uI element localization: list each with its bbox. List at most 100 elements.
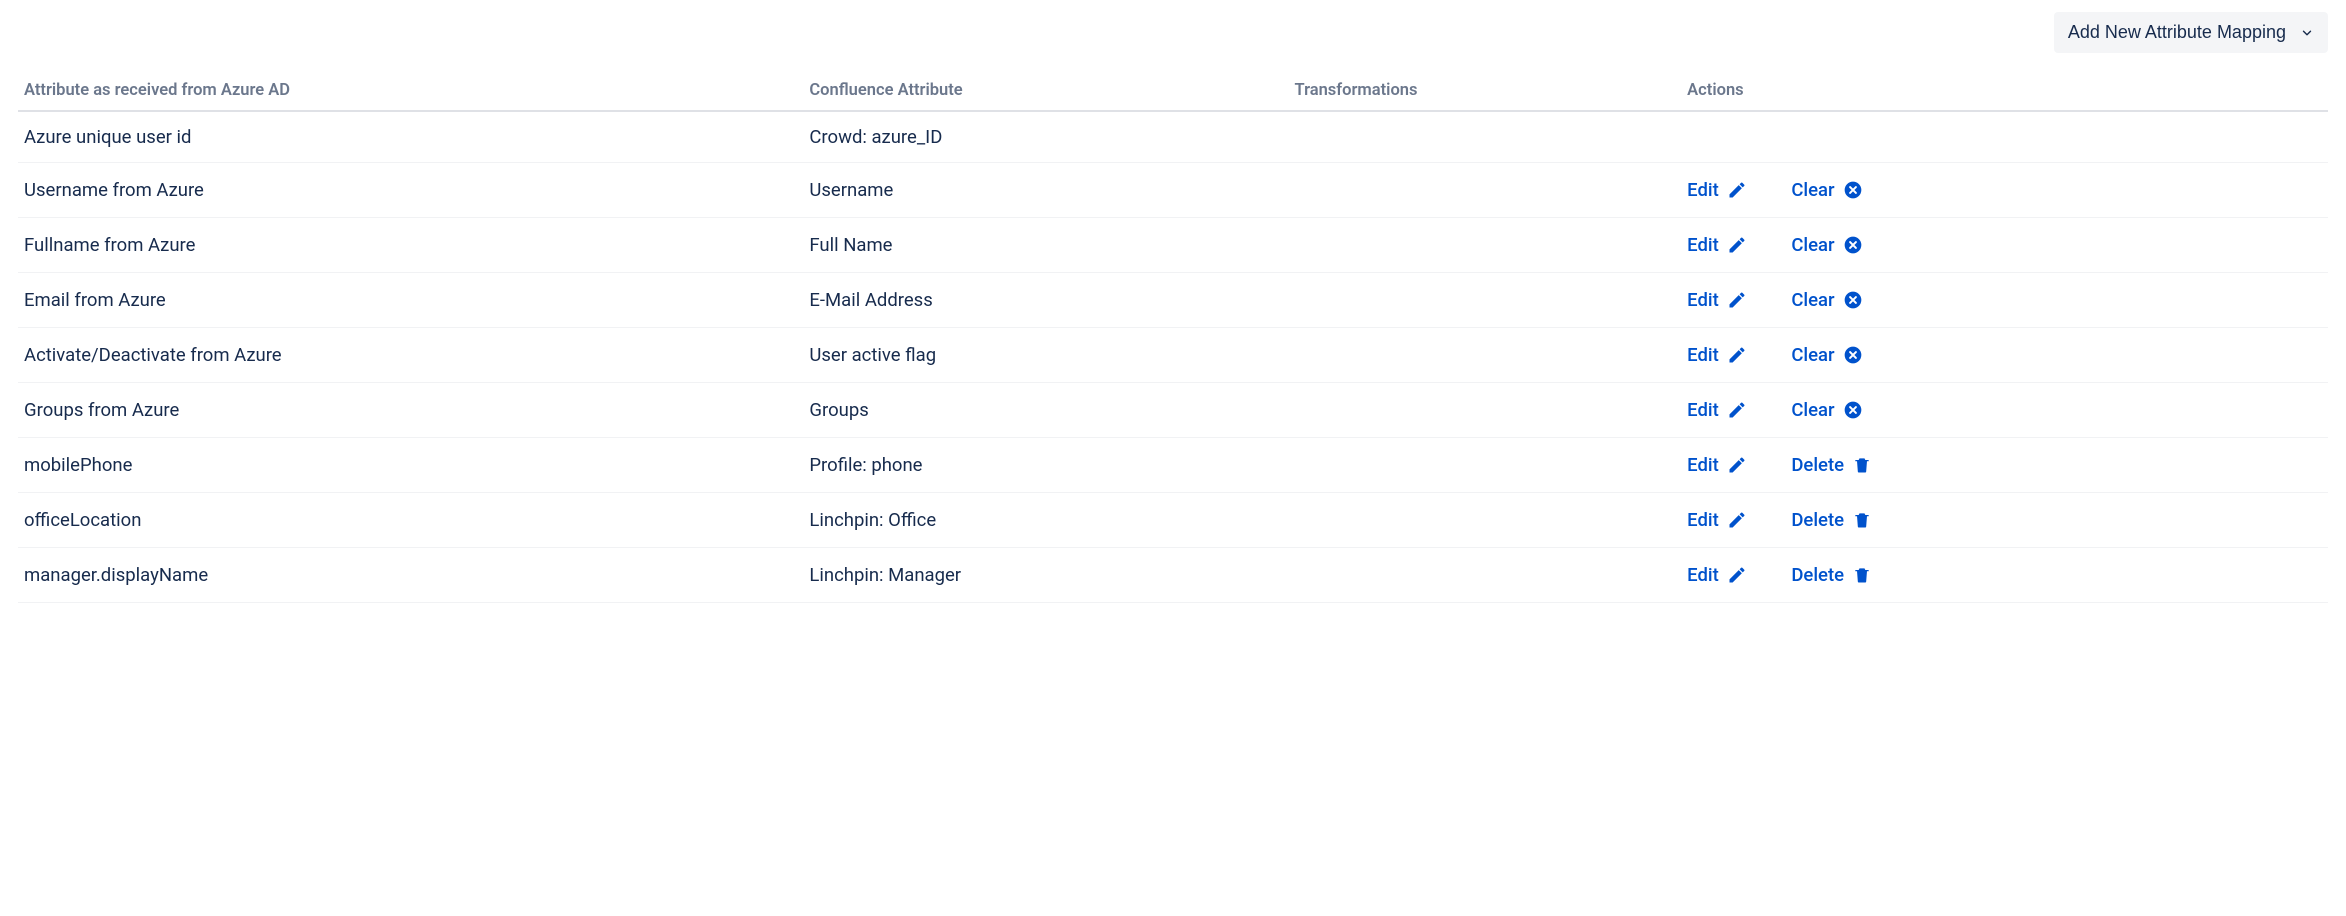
cell-source: Fullname from Azure — [18, 218, 803, 273]
cell-source: manager.displayName — [18, 548, 803, 603]
cell-source: Email from Azure — [18, 273, 803, 328]
header-actions: Actions — [1681, 81, 2328, 111]
cell-actions: Edit Clear — [1681, 328, 2328, 383]
add-attribute-mapping-label: Add New Attribute Mapping — [2068, 22, 2286, 43]
clear-label: Clear — [1791, 289, 1834, 311]
cell-actions: Edit Delete — [1681, 438, 2328, 493]
cell-source: Groups from Azure — [18, 383, 803, 438]
clear-button[interactable]: Clear — [1791, 289, 1862, 311]
cell-source: officeLocation — [18, 493, 803, 548]
add-attribute-mapping-button[interactable]: Add New Attribute Mapping — [2054, 12, 2328, 53]
edit-button[interactable]: Edit — [1687, 179, 1747, 201]
x-circle-icon — [1843, 400, 1863, 420]
cell-confluence: Username — [803, 163, 1288, 218]
cell-confluence: Groups — [803, 383, 1288, 438]
edit-label: Edit — [1687, 179, 1719, 201]
header-source: Attribute as received from Azure AD — [18, 81, 803, 111]
toolbar: Add New Attribute Mapping — [18, 12, 2328, 53]
pencil-icon — [1727, 400, 1747, 420]
clear-button[interactable]: Clear — [1791, 179, 1862, 201]
clear-button[interactable]: Clear — [1791, 399, 1862, 421]
cell-confluence: Crowd: azure_ID — [803, 111, 1288, 163]
edit-label: Edit — [1687, 399, 1719, 421]
clear-button[interactable]: Clear — [1791, 344, 1862, 366]
edit-button[interactable]: Edit — [1687, 289, 1747, 311]
cell-transformations — [1288, 328, 1681, 383]
table-row: mobilePhone Profile: phone Edit Delete — [18, 438, 2328, 493]
table-row: Activate/Deactivate from Azure User acti… — [18, 328, 2328, 383]
cell-actions: Edit Clear — [1681, 383, 2328, 438]
edit-button[interactable]: Edit — [1687, 234, 1747, 256]
cell-transformations — [1288, 111, 1681, 163]
table-row: Groups from Azure Groups Edit Clear — [18, 383, 2328, 438]
chevron-down-icon — [2300, 26, 2314, 40]
table-row: officeLocation Linchpin: Office Edit Del… — [18, 493, 2328, 548]
cell-confluence: User active flag — [803, 328, 1288, 383]
clear-label: Clear — [1791, 399, 1834, 421]
table-row: Fullname from Azure Full Name Edit Clear — [18, 218, 2328, 273]
edit-label: Edit — [1687, 289, 1719, 311]
edit-label: Edit — [1687, 344, 1719, 366]
pencil-icon — [1727, 290, 1747, 310]
delete-button[interactable]: Delete — [1791, 454, 1872, 476]
cell-actions: Edit Clear — [1681, 163, 2328, 218]
delete-label: Delete — [1791, 564, 1844, 586]
edit-label: Edit — [1687, 454, 1719, 476]
edit-button[interactable]: Edit — [1687, 344, 1747, 366]
cell-source: Username from Azure — [18, 163, 803, 218]
table-row: Username from Azure Username Edit Clear — [18, 163, 2328, 218]
delete-label: Delete — [1791, 509, 1844, 531]
cell-transformations — [1288, 163, 1681, 218]
attribute-mapping-table: Attribute as received from Azure AD Conf… — [18, 81, 2328, 603]
pencil-icon — [1727, 235, 1747, 255]
table-row: Email from Azure E-Mail Address Edit Cle… — [18, 273, 2328, 328]
trash-icon — [1852, 565, 1872, 585]
x-circle-icon — [1843, 235, 1863, 255]
edit-button[interactable]: Edit — [1687, 509, 1747, 531]
edit-label: Edit — [1687, 564, 1719, 586]
trash-icon — [1852, 510, 1872, 530]
cell-source: Activate/Deactivate from Azure — [18, 328, 803, 383]
x-circle-icon — [1843, 180, 1863, 200]
pencil-icon — [1727, 180, 1747, 200]
pencil-icon — [1727, 455, 1747, 475]
header-transformations: Transformations — [1288, 81, 1681, 111]
cell-confluence: Linchpin: Manager — [803, 548, 1288, 603]
cell-transformations — [1288, 383, 1681, 438]
clear-label: Clear — [1791, 344, 1834, 366]
delete-button[interactable]: Delete — [1791, 564, 1872, 586]
clear-label: Clear — [1791, 234, 1834, 256]
table-header-row: Attribute as received from Azure AD Conf… — [18, 81, 2328, 111]
x-circle-icon — [1843, 290, 1863, 310]
header-confluence: Confluence Attribute — [803, 81, 1288, 111]
clear-label: Clear — [1791, 179, 1834, 201]
table-row: manager.displayName Linchpin: Manager Ed… — [18, 548, 2328, 603]
cell-actions: Edit Clear — [1681, 273, 2328, 328]
cell-actions: Edit Delete — [1681, 548, 2328, 603]
pencil-icon — [1727, 510, 1747, 530]
edit-button[interactable]: Edit — [1687, 454, 1747, 476]
cell-transformations — [1288, 493, 1681, 548]
pencil-icon — [1727, 565, 1747, 585]
cell-actions: Edit Delete — [1681, 493, 2328, 548]
cell-confluence: Profile: phone — [803, 438, 1288, 493]
cell-confluence: E-Mail Address — [803, 273, 1288, 328]
edit-button[interactable]: Edit — [1687, 399, 1747, 421]
edit-label: Edit — [1687, 509, 1719, 531]
edit-label: Edit — [1687, 234, 1719, 256]
delete-button[interactable]: Delete — [1791, 509, 1872, 531]
cell-confluence: Full Name — [803, 218, 1288, 273]
trash-icon — [1852, 455, 1872, 475]
cell-actions: Edit Clear — [1681, 218, 2328, 273]
x-circle-icon — [1843, 345, 1863, 365]
pencil-icon — [1727, 345, 1747, 365]
cell-source: Azure unique user id — [18, 111, 803, 163]
cell-actions — [1681, 111, 2328, 163]
delete-label: Delete — [1791, 454, 1844, 476]
cell-transformations — [1288, 273, 1681, 328]
edit-button[interactable]: Edit — [1687, 564, 1747, 586]
cell-transformations — [1288, 438, 1681, 493]
table-row: Azure unique user id Crowd: azure_ID — [18, 111, 2328, 163]
cell-confluence: Linchpin: Office — [803, 493, 1288, 548]
clear-button[interactable]: Clear — [1791, 234, 1862, 256]
